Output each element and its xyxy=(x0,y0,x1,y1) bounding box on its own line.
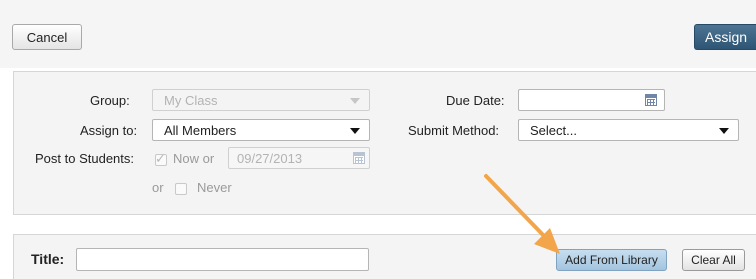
clear-all-button[interactable]: Clear All xyxy=(682,249,745,271)
calendar-icon[interactable] xyxy=(645,94,657,106)
checkmark-icon: ✓ xyxy=(155,151,166,166)
assign-to-select-value: All Members xyxy=(164,122,237,138)
submit-method-select[interactable]: Select... xyxy=(518,119,739,141)
or-label: or xyxy=(152,180,164,195)
never-label: Never xyxy=(197,180,232,195)
post-to-students-label: Post to Students: xyxy=(35,151,135,166)
title-input[interactable] xyxy=(76,248,369,271)
group-select: My Class xyxy=(152,89,370,111)
group-label: Group: xyxy=(90,93,130,108)
never-checkbox[interactable] xyxy=(175,183,187,195)
chevron-down-icon xyxy=(350,128,360,134)
top-toolbar xyxy=(0,0,756,68)
chevron-down-icon xyxy=(350,98,360,104)
chevron-down-icon xyxy=(719,128,729,134)
annotation-arrow-shaft xyxy=(484,174,548,240)
due-date-label: Due Date: xyxy=(446,93,505,108)
cancel-button[interactable]: Cancel xyxy=(12,24,82,50)
annotation-arrow-icon xyxy=(484,174,560,254)
title-label: Title: xyxy=(31,251,65,267)
post-date-input: 09/27/2013 xyxy=(228,147,370,169)
assign-to-label: Assign to: xyxy=(80,123,138,138)
calendar-icon xyxy=(353,152,365,164)
post-date-value: 09/27/2013 xyxy=(237,150,303,166)
group-select-value: My Class xyxy=(164,92,218,108)
assign-to-select[interactable]: All Members xyxy=(152,119,370,141)
due-date-input[interactable] xyxy=(518,89,665,111)
now-label: Now or xyxy=(173,151,215,166)
submit-method-label: Submit Method: xyxy=(408,123,500,138)
assign-button[interactable]: Assign xyxy=(694,24,756,50)
submit-method-select-value: Select... xyxy=(530,122,577,138)
